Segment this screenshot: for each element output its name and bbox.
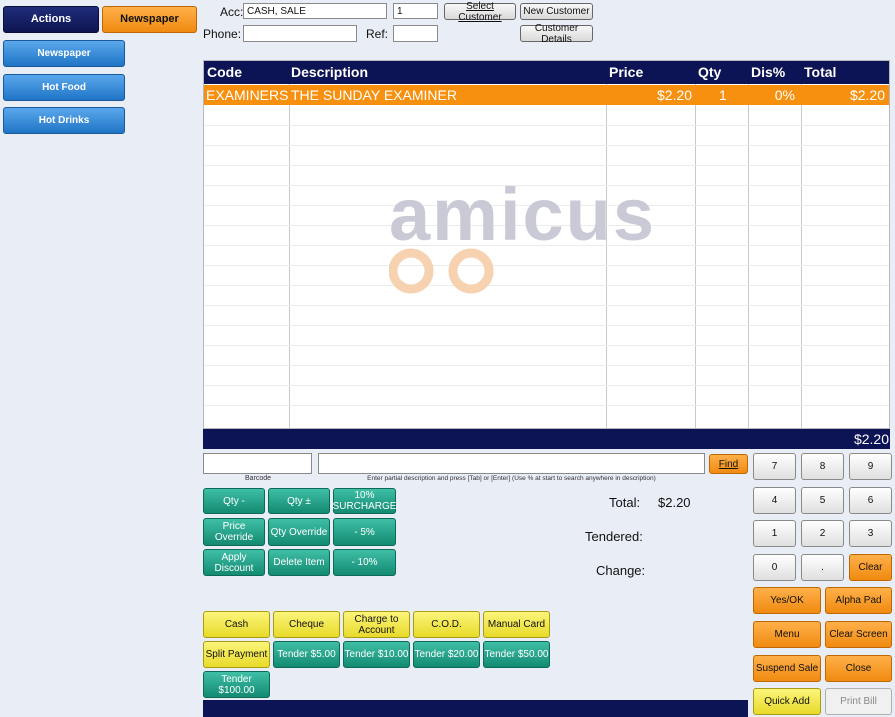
actions-button[interactable]: Actions	[3, 6, 99, 33]
split-payment-button[interactable]: Split Payment	[203, 641, 270, 668]
customer-details-button[interactable]: Customer Details	[520, 23, 593, 45]
header-description: Description	[291, 64, 369, 80]
header-dis: Dis%	[751, 64, 786, 80]
status-bar	[203, 700, 748, 717]
row-price: $2.20	[656, 87, 692, 103]
select-customer-button[interactable]: Select Customer	[444, 1, 516, 23]
sale-items-grid[interactable]: amicus Code Description Price Qty Dis% T…	[203, 60, 890, 429]
total-value: $2.20	[658, 495, 691, 510]
acc-label: Acc:	[220, 5, 244, 19]
charge-to-account-button[interactable]: Charge to Account	[343, 611, 410, 638]
tender-5-button[interactable]: Tender $5.00	[273, 641, 340, 668]
grid-footer-total: $2.20	[203, 429, 890, 449]
close-button[interactable]: Close	[825, 655, 892, 682]
key-1[interactable]: 1	[753, 520, 796, 547]
account-number-field[interactable]: 1	[393, 3, 438, 19]
print-bill-button: Print Bill	[825, 688, 892, 715]
ref-field[interactable]	[393, 25, 438, 42]
row-qty: 1	[719, 87, 727, 103]
tender-20-button[interactable]: Tender $20.00	[413, 641, 480, 668]
amicus-watermark-logo: amicus	[389, 173, 719, 301]
key-8[interactable]: 8	[801, 453, 844, 480]
manual-card-button[interactable]: Manual Card	[483, 611, 550, 638]
tender-10-button[interactable]: Tender $10.00	[343, 641, 410, 668]
price-override-button[interactable]: Price Override	[203, 518, 265, 546]
category-hot-drinks-button[interactable]: Hot Drinks	[3, 107, 125, 134]
clear-button[interactable]: Clear	[849, 554, 892, 581]
key-2[interactable]: 2	[801, 520, 844, 547]
phone-label: Phone:	[203, 27, 242, 41]
cod-button[interactable]: C.O.D.	[413, 611, 480, 638]
header-total: Total	[804, 64, 837, 80]
qty-minus-button[interactable]: Qty -	[203, 488, 265, 514]
suspend-sale-button[interactable]: Suspend Sale	[753, 655, 821, 682]
clear-screen-button[interactable]: Clear Screen	[825, 621, 892, 648]
total-label: Total:	[609, 495, 641, 510]
header-qty: Qty	[698, 64, 722, 80]
header-code: Code	[207, 64, 242, 80]
search-hint: Enter partial description and press [Tab…	[367, 475, 656, 482]
cash-button[interactable]: Cash	[203, 611, 270, 638]
category-hot-food-button[interactable]: Hot Food	[3, 74, 125, 101]
tender-50-button[interactable]: Tender $50.00	[483, 641, 550, 668]
delete-item-button[interactable]: Delete Item	[268, 549, 330, 576]
change-label: Change:	[596, 563, 646, 578]
key-dot[interactable]: .	[801, 554, 844, 581]
ref-label: Ref:	[366, 27, 389, 41]
key-4[interactable]: 4	[753, 487, 796, 514]
phone-field[interactable]	[243, 25, 357, 42]
key-0[interactable]: 0	[753, 554, 796, 581]
key-7[interactable]: 7	[753, 453, 796, 480]
account-field[interactable]: CASH, SALE	[243, 3, 387, 19]
header-price: Price	[609, 64, 644, 80]
surcharge-button[interactable]: 10% SURCHARGE	[333, 488, 396, 514]
quick-add-button[interactable]: Quick Add	[753, 688, 821, 715]
yes-ok-button[interactable]: Yes/OK	[753, 587, 821, 614]
menu-button[interactable]: Menu	[753, 621, 821, 648]
key-6[interactable]: 6	[849, 487, 892, 514]
tender-100-button[interactable]: Tender $100.00	[203, 671, 270, 698]
category-newspaper-button[interactable]: Newspaper	[3, 40, 125, 67]
description-search-input[interactable]	[318, 453, 705, 474]
table-row[interactable]: EXAMINERS THE SUNDAY EXAMINER $2.20 1 0%…	[204, 85, 889, 105]
alpha-pad-button[interactable]: Alpha Pad	[825, 587, 892, 614]
barcode-label: Barcode	[245, 475, 272, 482]
row-code: EXAMINERS	[206, 87, 289, 103]
row-total: $2.20	[849, 87, 885, 103]
barcode-field[interactable]	[203, 453, 312, 474]
qty-plusminus-button[interactable]: Qty ±	[268, 488, 330, 514]
key-5[interactable]: 5	[801, 487, 844, 514]
key-3[interactable]: 3	[849, 520, 892, 547]
qty-override-button[interactable]: Qty Override	[268, 518, 330, 546]
discount-10-button[interactable]: - 10%	[333, 549, 396, 576]
row-dis: 0%	[774, 87, 795, 103]
apply-discount-button[interactable]: Apply Discount	[203, 549, 265, 576]
find-button[interactable]: Find	[709, 454, 748, 474]
newspaper-tab-button[interactable]: Newspaper	[102, 6, 197, 33]
key-9[interactable]: 9	[849, 453, 892, 480]
discount-5-button[interactable]: - 5%	[333, 518, 396, 546]
new-customer-button[interactable]: New Customer	[520, 3, 593, 20]
cheque-button[interactable]: Cheque	[273, 611, 340, 638]
tendered-label: Tendered:	[585, 529, 643, 544]
grid-header: Code Description Price Qty Dis% Total	[204, 61, 889, 84]
row-description: THE SUNDAY EXAMINER	[291, 87, 457, 103]
